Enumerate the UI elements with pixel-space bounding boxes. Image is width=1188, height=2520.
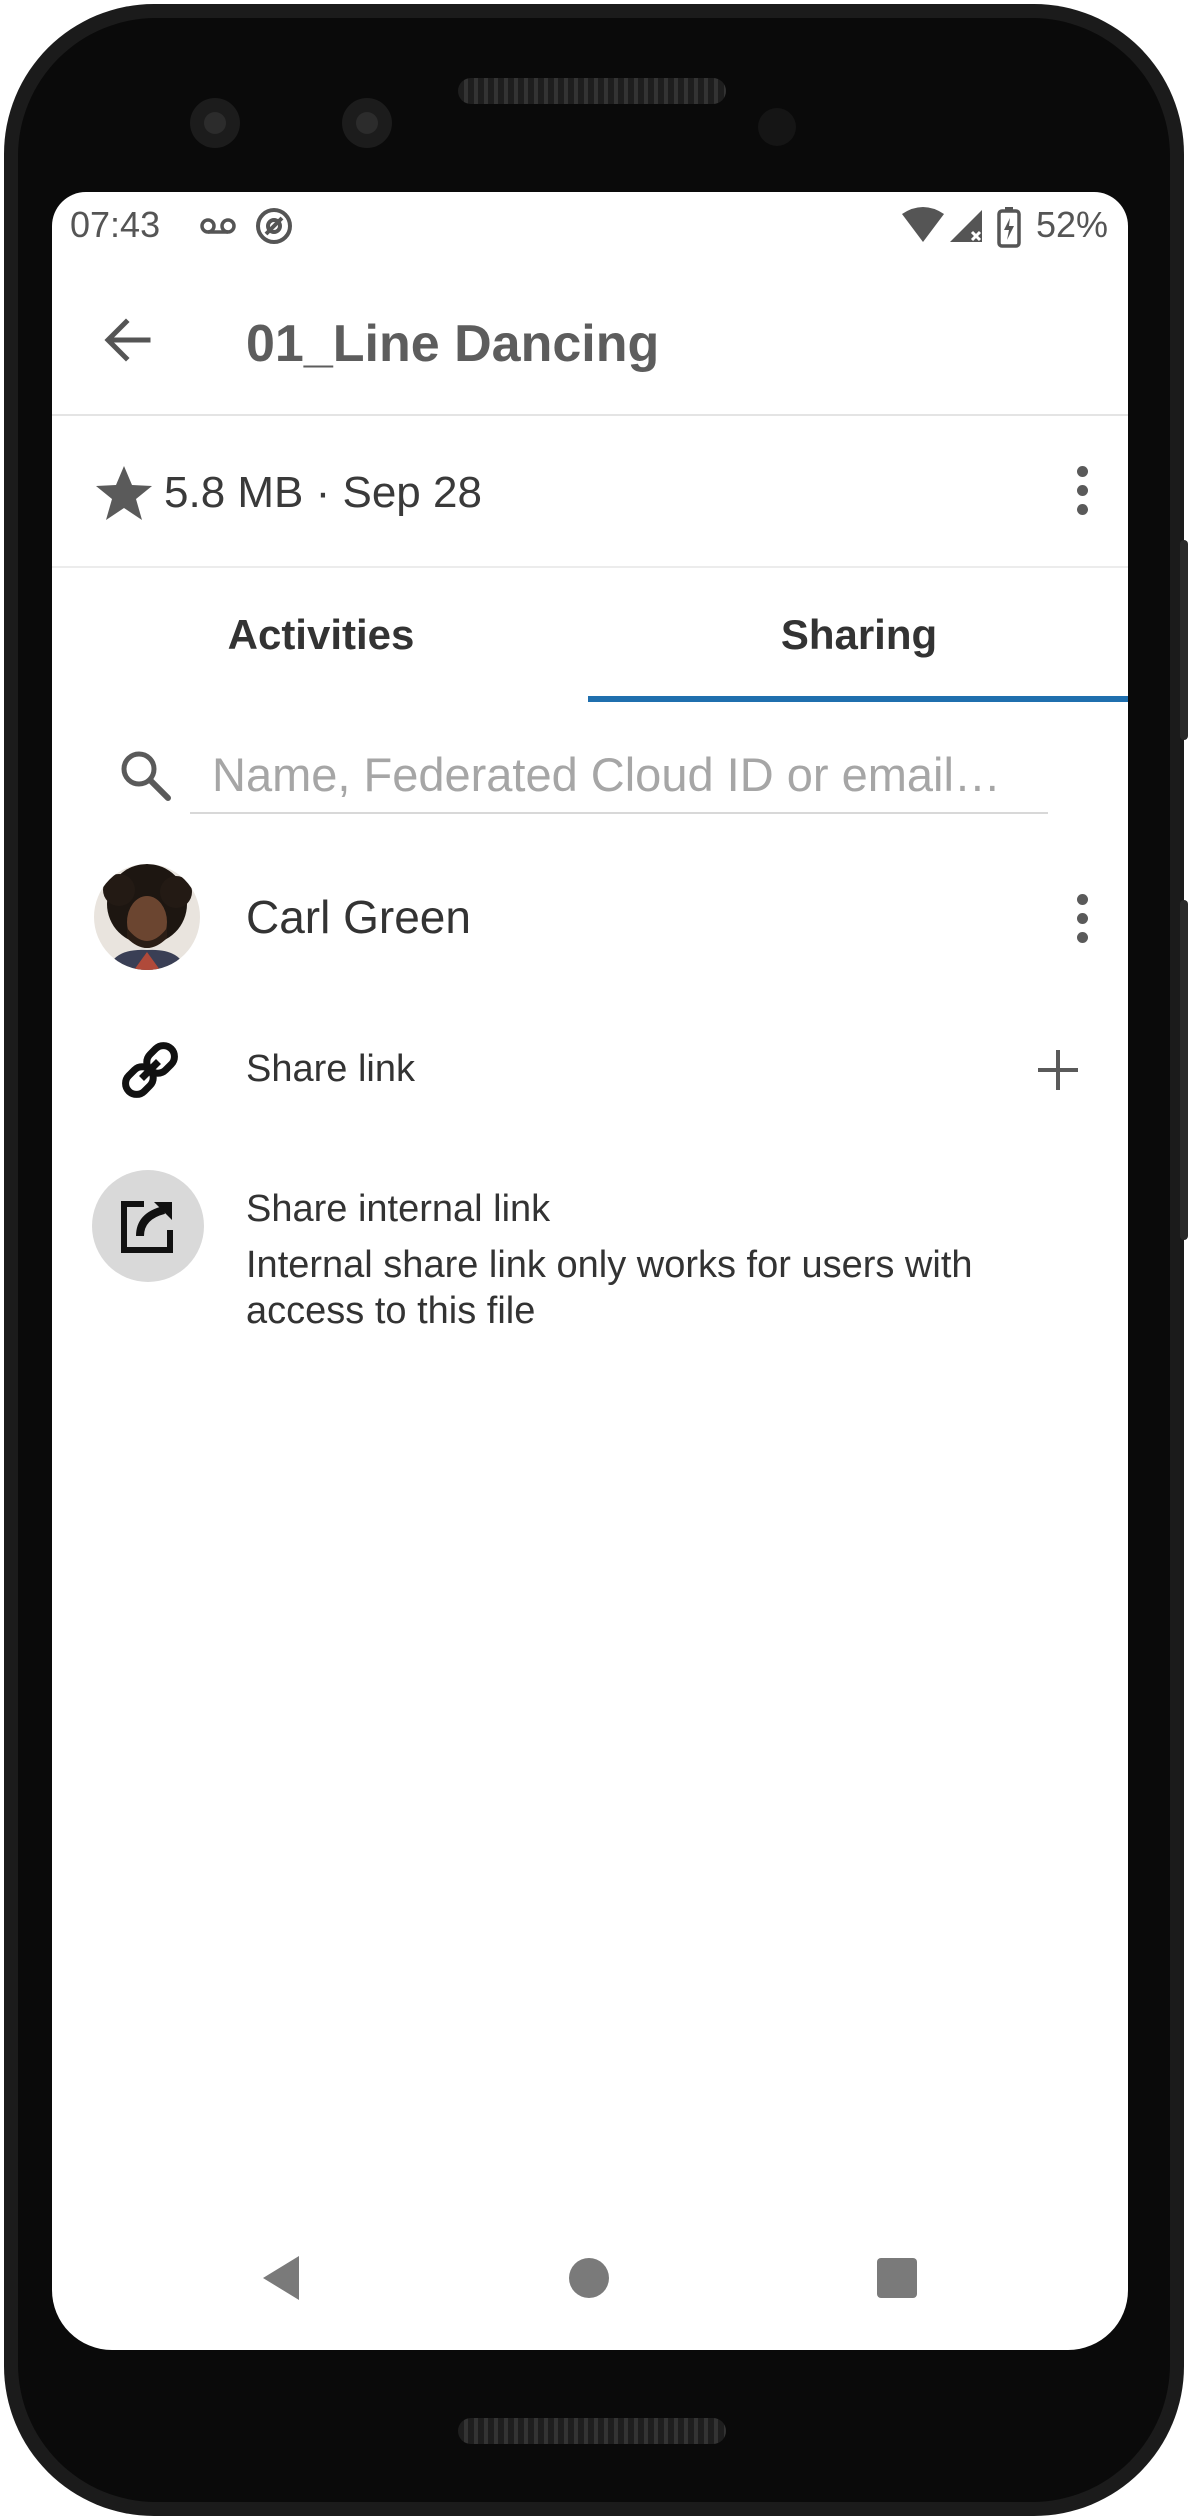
at-sign-icon [254, 206, 294, 255]
power-button [1180, 540, 1188, 740]
file-info-row: 5.8 MB · Sep 28 [52, 416, 1128, 568]
share-user-row[interactable]: Carl Green [52, 860, 1128, 976]
internal-link-icon-circle [92, 1170, 204, 1282]
tab-bar: Activities Sharing [52, 568, 1128, 702]
page-title: 01_Line Dancing [246, 315, 660, 373]
voicemail-icon [198, 206, 238, 255]
signal-icon [946, 206, 986, 255]
arrow-back-icon [104, 318, 151, 362]
share-internal-link-row[interactable]: Share internal link Internal share link … [52, 1170, 1128, 1340]
home-circle-icon [569, 2258, 609, 2298]
share-link-label: Share link [246, 1048, 415, 1090]
back-button[interactable] [92, 304, 164, 376]
phone-device: 07:43 52% 01_Line Dancing 5.8 MB · Sep 2… [0, 0, 1188, 2520]
share-link-row[interactable]: Share link [52, 1028, 1128, 1128]
front-camera-right [342, 98, 392, 148]
app-bar: 01_Line Dancing [52, 264, 1128, 416]
plus-icon [1038, 1050, 1078, 1090]
battery-percentage: 52% [1035, 204, 1108, 245]
nav-home-button[interactable] [544, 2238, 634, 2318]
recents-square-icon [877, 2258, 917, 2298]
more-vert-icon [1076, 465, 1088, 477]
open-in-new-icon [121, 1201, 173, 1253]
share-user-name: Carl Green [246, 891, 471, 943]
add-share-link-button[interactable] [1028, 1040, 1088, 1100]
tab-activities[interactable]: Activities [52, 568, 590, 702]
front-camera-left [190, 98, 240, 148]
more-vert-icon [1076, 893, 1088, 905]
share-search-input[interactable] [190, 736, 1048, 814]
search-icon [116, 746, 174, 809]
status-bar: 07:43 52% [52, 192, 1128, 264]
system-navigation-bar [52, 2232, 1128, 2322]
file-size-date: 5.8 MB · Sep 28 [164, 468, 482, 517]
internal-link-label: Share internal link [246, 1188, 551, 1230]
top-speaker [458, 78, 726, 104]
status-time: 07:43 [70, 204, 161, 245]
app-screen: 07:43 52% 01_Line Dancing 5.8 MB · Sep 2… [52, 192, 1128, 2350]
user-share-overflow-button[interactable] [1052, 878, 1112, 958]
user-avatar [94, 864, 200, 970]
tab-sharing[interactable]: Sharing [590, 568, 1128, 702]
star-icon[interactable] [94, 464, 154, 527]
share-search-row [52, 712, 1128, 842]
link-icon [118, 1038, 182, 1107]
bottom-speaker [458, 2418, 726, 2444]
wifi-icon [900, 206, 946, 255]
battery-charging-icon [996, 206, 1022, 257]
internal-link-description: Internal share link only works for users… [246, 1244, 973, 1332]
volume-button [1180, 900, 1188, 1240]
selected-tab-indicator [588, 696, 1128, 702]
back-triangle-icon [263, 2256, 299, 2300]
nav-back-button[interactable] [236, 2238, 326, 2318]
proximity-sensor [758, 108, 796, 146]
file-overflow-menu-button[interactable] [1052, 450, 1112, 530]
nav-recents-button[interactable] [852, 2238, 942, 2318]
